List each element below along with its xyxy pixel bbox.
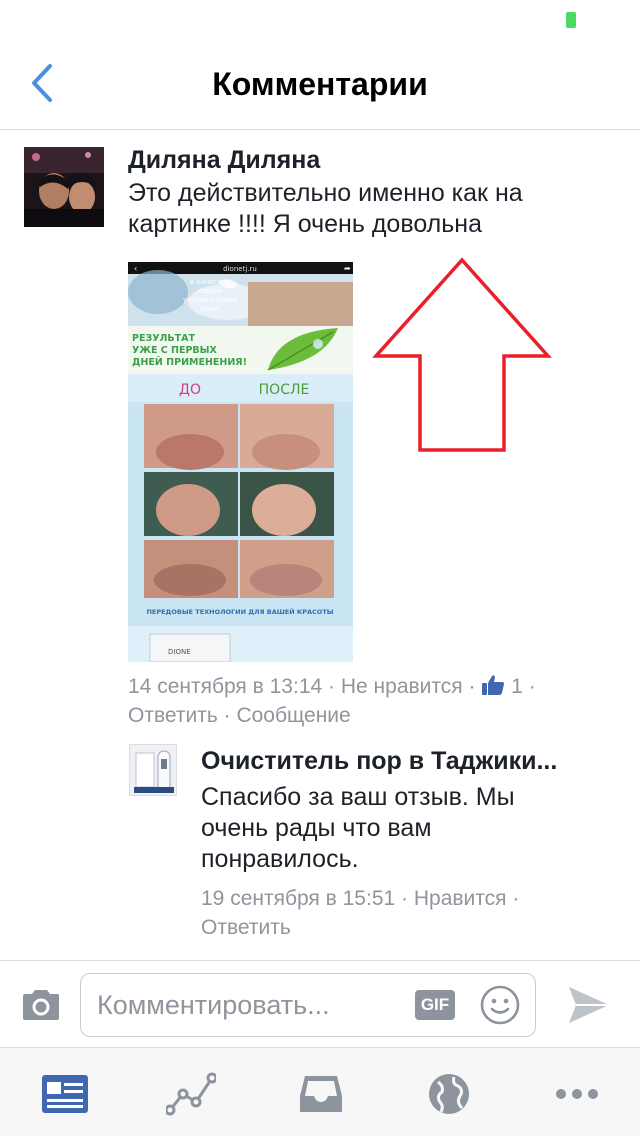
battery-icon xyxy=(566,12,576,28)
emoji-button[interactable] xyxy=(479,984,521,1026)
comment-composer: Комментировать... GIF xyxy=(0,960,640,1048)
message-link[interactable]: Сообщение xyxy=(236,704,350,727)
tab-activity[interactable] xyxy=(164,1072,218,1116)
reply-meta: 19 сентября в 15:51 · Нравится · Ответит… xyxy=(201,887,520,939)
comment-input[interactable]: Комментировать... GIF xyxy=(80,973,536,1037)
tab-more[interactable] xyxy=(554,1072,604,1116)
svg-text:➦: ➦ xyxy=(344,264,351,273)
reply-avatar[interactable] xyxy=(129,744,177,796)
unlike-link[interactable]: Не нравится xyxy=(341,675,463,698)
reply-like-link[interactable]: Нравится xyxy=(414,887,507,910)
svg-text:и нанесите: и нанесите xyxy=(189,278,230,286)
before-label: ДО xyxy=(179,382,201,398)
comment-input-placeholder: Комментировать... xyxy=(97,990,330,1020)
svg-text:ДНЕЙ ПРИМЕНЕНИЯ!: ДНЕЙ ПРИМЕНЕНИЯ! xyxy=(132,356,247,368)
avatar[interactable] xyxy=(24,147,104,227)
svg-text:крем: крем xyxy=(201,305,219,313)
svg-text:любой: любой xyxy=(198,287,222,295)
annotation-arrow-icon xyxy=(372,257,552,452)
comment-meta: 14 сентября в 13:14 · Не нравится · 1 · … xyxy=(128,674,536,727)
reply-reply-link[interactable]: Ответить xyxy=(201,916,291,939)
svg-text:УЖЕ С ПЕРВЫХ: УЖЕ С ПЕРВЫХ xyxy=(132,345,218,356)
avatar-photo xyxy=(24,147,104,227)
reply-text: Спасибо за ваш отзыв. Мы очень рады что … xyxy=(201,783,515,873)
more-icon xyxy=(556,1089,598,1099)
status-bar xyxy=(0,0,640,40)
news-feed-icon xyxy=(42,1075,88,1113)
reply-author[interactable]: Очиститель пор в Таджики... xyxy=(201,747,611,776)
product-avatar-icon xyxy=(130,745,176,795)
comment-text: Это действительно именно как на картинке… xyxy=(128,179,523,238)
tab-bar xyxy=(0,1048,640,1136)
gif-button[interactable]: GIF xyxy=(415,990,455,1020)
tab-inbox[interactable] xyxy=(296,1072,346,1116)
tab-news-feed[interactable] xyxy=(40,1072,90,1116)
smiley-icon xyxy=(480,985,520,1025)
comment-attachment-image[interactable]: ‹ dionetj.ru ➦ и нанесите любой увлажняю… xyxy=(128,262,353,662)
globe-icon xyxy=(429,1074,469,1114)
svg-text:увлажняющий: увлажняющий xyxy=(183,296,237,304)
like-count: 1 xyxy=(511,675,523,698)
svg-text:РЕЗУЛЬТАТ: РЕЗУЛЬТАТ xyxy=(132,333,195,344)
tab-globe[interactable] xyxy=(424,1072,474,1116)
reply-link[interactable]: Ответить xyxy=(128,704,218,727)
before-after-ad-image: ‹ dionetj.ru ➦ и нанесите любой увлажняю… xyxy=(128,262,353,662)
after-label: ПОСЛЕ xyxy=(259,382,310,398)
activity-chart-icon xyxy=(164,1072,218,1116)
camera-icon xyxy=(23,990,59,1020)
send-arrow-icon xyxy=(569,987,609,1023)
send-button[interactable] xyxy=(566,983,612,1027)
comment-author[interactable]: Диляна Диляна xyxy=(128,146,320,175)
thumbs-up-icon xyxy=(481,674,505,696)
reply-timestamp: 19 сентября в 15:51 xyxy=(201,887,396,910)
attachment-site-label: dionetj.ru xyxy=(223,265,257,273)
nav-bar: Комментарии xyxy=(0,40,640,130)
svg-text:‹: ‹ xyxy=(134,264,137,273)
camera-button[interactable] xyxy=(20,987,62,1023)
footer-caption: ПЕРЕДОВЫЕ ТЕХНОЛОГИИ ДЛЯ ВАШЕЙ КРАСОТЫ xyxy=(146,607,333,616)
product-brand: DIONE xyxy=(168,648,191,656)
inbox-icon xyxy=(300,1076,342,1112)
comment-timestamp: 14 сентября в 13:14 xyxy=(128,675,323,698)
page-title: Комментарии xyxy=(212,66,428,102)
